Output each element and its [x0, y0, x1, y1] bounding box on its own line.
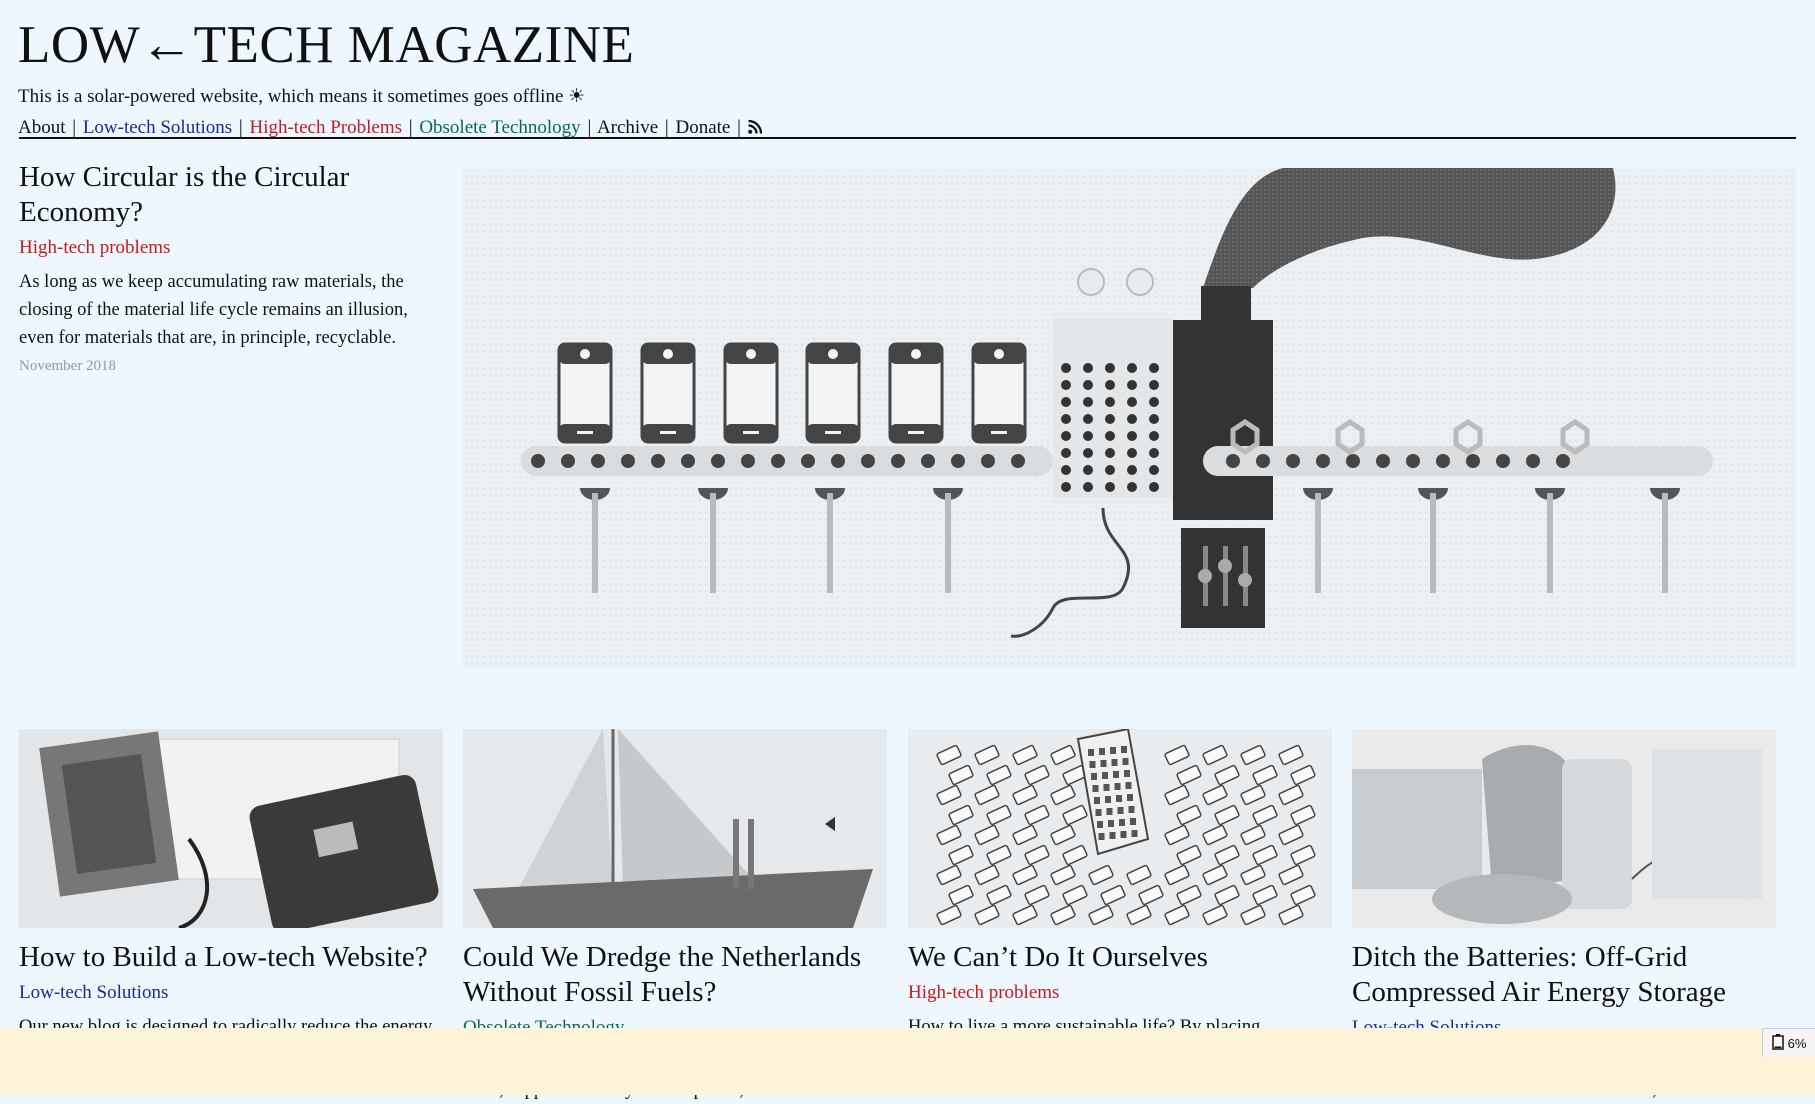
- article-image-compressed-air[interactable]: [1352, 729, 1776, 928]
- featured-article: How Circular is the Circular Economy? Hi…: [19, 160, 444, 375]
- battery-indicator: 6%: [1762, 1028, 1815, 1057]
- nav-separator: |: [587, 117, 592, 138]
- nav-obsolete-technology[interactable]: Obsolete Technology: [419, 117, 580, 138]
- article-category[interactable]: Low-tech Solutions: [19, 981, 443, 1005]
- featured-image[interactable]: [463, 168, 1796, 668]
- nav-separator: |: [238, 117, 243, 138]
- site-logo[interactable]: LOW←TECH MAGAZINE: [18, 14, 1795, 76]
- nav-high-tech-problems[interactable]: High-tech Problems: [249, 117, 402, 138]
- featured-summary: As long as we keep accumulating raw mate…: [19, 272, 408, 348]
- nav-separator: |: [408, 117, 413, 138]
- article-title[interactable]: How to Build a Low-tech Website?: [19, 940, 443, 975]
- nav-low-tech-solutions[interactable]: Low-tech Solutions: [83, 117, 232, 138]
- article-image-dredging-ship[interactable]: [463, 729, 887, 928]
- article-image-low-tech-website[interactable]: [19, 729, 443, 928]
- site-header: LOW←TECH MAGAZINE This is a solar-powere…: [18, 14, 1795, 141]
- battery-icon: [1771, 1033, 1784, 1053]
- article-card: How to Build a Low-tech Website? Low-tec…: [19, 729, 443, 1069]
- site-tagline: This is a solar-powered website, which m…: [18, 86, 586, 107]
- article-image-city-cars[interactable]: [908, 729, 1332, 928]
- header-divider: [19, 137, 1796, 139]
- featured-date: November 2018: [19, 358, 117, 374]
- nav-archive[interactable]: Archive: [597, 117, 658, 138]
- nav-separator: |: [737, 117, 741, 138]
- battery-percentage: 6%: [1787, 1035, 1807, 1051]
- featured-category[interactable]: High-tech problems: [19, 236, 444, 260]
- article-title[interactable]: Ditch the Batteries: Off-Grid Compressed…: [1352, 940, 1776, 1010]
- article-title[interactable]: Could We Dredge the Netherlands Without …: [463, 940, 887, 1010]
- article-title[interactable]: We Can’t Do It Ourselves: [908, 940, 1332, 975]
- nav-separator: |: [664, 117, 669, 138]
- battery-level-bar: [0, 1028, 1815, 1095]
- featured-title[interactable]: How Circular is the Circular Economy?: [19, 160, 444, 230]
- nav-separator: |: [72, 117, 77, 138]
- nav-donate[interactable]: Donate: [675, 117, 730, 138]
- article-category[interactable]: High-tech problems: [908, 981, 1332, 1005]
- nav-about[interactable]: About: [18, 117, 66, 138]
